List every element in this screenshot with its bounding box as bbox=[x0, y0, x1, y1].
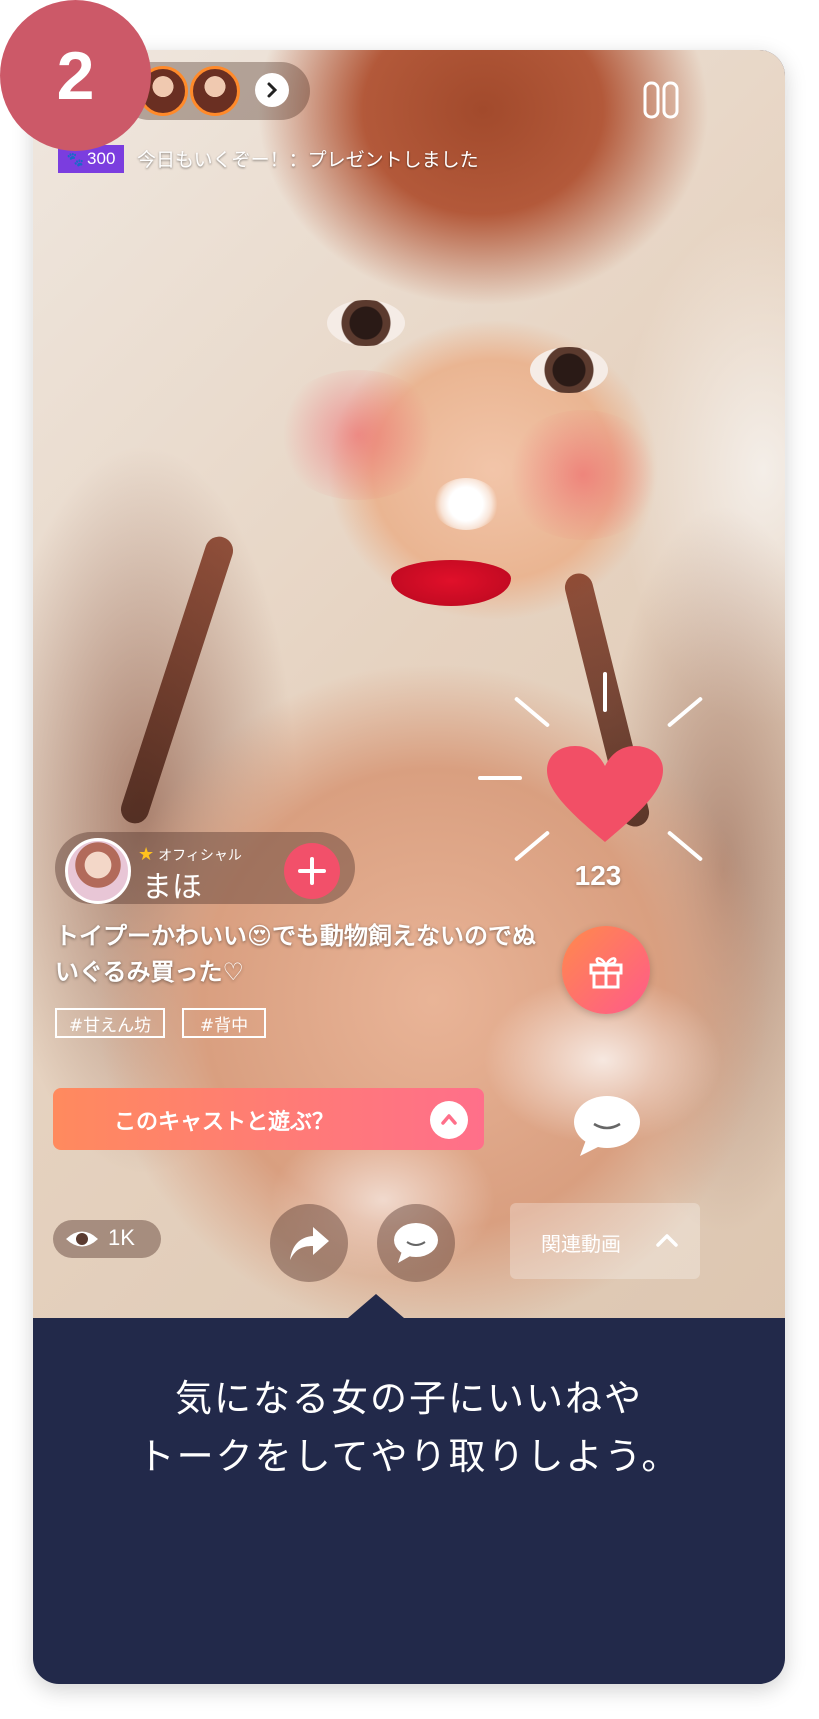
cast-avatar[interactable] bbox=[65, 838, 131, 904]
share-button[interactable] bbox=[270, 1204, 348, 1282]
eye-icon bbox=[66, 1231, 98, 1247]
step-number-badge: 2 bbox=[0, 0, 151, 151]
play-with-cast-label: このキャストと遊ぶ？ bbox=[114, 1110, 335, 1135]
heart-icon bbox=[547, 746, 663, 842]
hashtag[interactable]: #背中 bbox=[182, 1008, 266, 1038]
like-count: 123 bbox=[574, 860, 622, 891]
gift-icon bbox=[589, 957, 623, 989]
burst-line bbox=[603, 672, 607, 712]
caption-panel-text: 気になる女の子にいいねや トークをしてやり取りしよう。 bbox=[33, 1370, 785, 1486]
gift-notice-text: 今日もいくぞー！：プレゼントしました bbox=[137, 149, 479, 171]
like-button[interactable] bbox=[545, 746, 665, 846]
panel-pointer bbox=[348, 1294, 404, 1318]
chevron-up-icon bbox=[441, 1114, 457, 1125]
chat-icon bbox=[394, 1223, 438, 1263]
caption-line-2: いぐるみ買った♡ bbox=[55, 958, 245, 986]
video-detail bbox=[391, 560, 511, 606]
chevron-right-icon bbox=[267, 82, 278, 98]
cast-caption: トイプーかわいい😍でも動物飼えないのでぬ いぐるみ買った♡ bbox=[55, 918, 575, 990]
expand-viewers-button[interactable] bbox=[255, 73, 289, 107]
video-detail bbox=[327, 300, 405, 346]
chat-button[interactable] bbox=[377, 1204, 455, 1282]
video-detail bbox=[530, 347, 608, 393]
exit-icon[interactable] bbox=[642, 80, 684, 122]
hashtag[interactable]: #甘えん坊 bbox=[55, 1008, 165, 1038]
chevron-up-icon bbox=[656, 1234, 678, 1247]
video-detail bbox=[117, 533, 237, 827]
follow-button[interactable] bbox=[284, 843, 340, 899]
burst-line bbox=[478, 776, 522, 780]
comment-icon[interactable] bbox=[572, 1094, 642, 1158]
caption-panel-line-1: 気になる女の子にいいねや bbox=[175, 1377, 643, 1420]
view-count: 1K bbox=[108, 1225, 135, 1250]
video-shade bbox=[503, 410, 663, 540]
caption-line-1: トイプーかわいい😍でも動物飼えないのでぬ bbox=[55, 922, 537, 950]
paw-icon: 🐾 bbox=[66, 150, 85, 167]
expand-cta-button[interactable] bbox=[430, 1101, 468, 1139]
caption-panel-line-2: トークをしてやり取りしよう。 bbox=[137, 1435, 681, 1478]
gift-button[interactable] bbox=[562, 926, 650, 1014]
plus-icon bbox=[298, 857, 326, 885]
video-detail bbox=[433, 478, 499, 530]
cast-name: まほ bbox=[142, 870, 202, 905]
related-videos-label: 関連動画 bbox=[541, 1232, 621, 1256]
viewer-avatar[interactable] bbox=[190, 66, 240, 116]
share-arrow-icon bbox=[290, 1227, 329, 1260]
gift-points: 300 bbox=[87, 149, 116, 168]
video-shade bbox=[273, 370, 443, 500]
